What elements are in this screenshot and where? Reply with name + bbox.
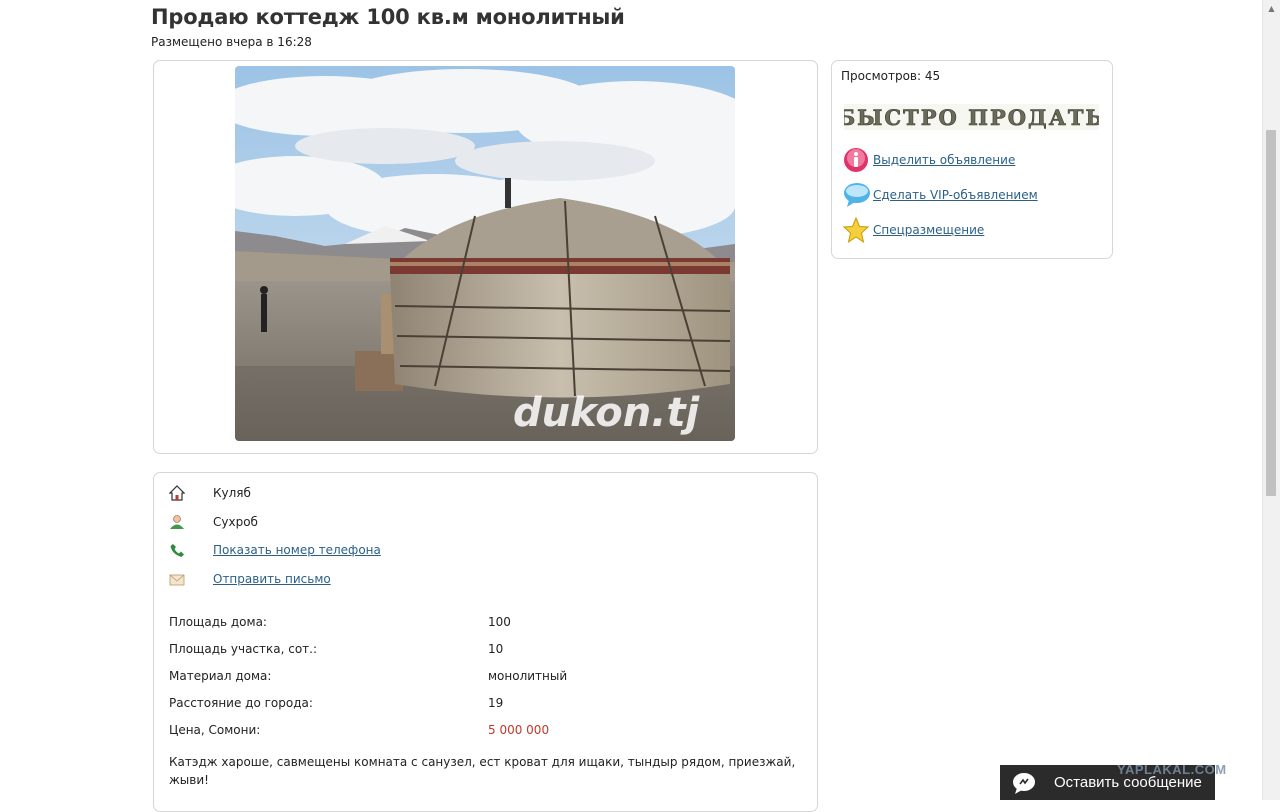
envelope-icon xyxy=(169,569,213,589)
property-value: монолитный xyxy=(488,669,568,683)
price-value: 5 000 000 xyxy=(488,723,550,737)
property-label: Материал дома: xyxy=(169,669,272,683)
highlight-listing-row[interactable]: Выделить объявление xyxy=(843,147,1015,173)
promo-panel: Просмотров: 45 БЫСТРО ПРОДАТЬ Выделить о… xyxy=(831,60,1113,259)
property-row: Площадь дома: 100 xyxy=(169,615,789,633)
scroll-thumb[interactable] xyxy=(1266,130,1276,496)
property-row: Материал дома: монолитный xyxy=(169,669,789,687)
seller-row: Сухроб xyxy=(169,512,258,532)
photo-watermark: dukon.tj xyxy=(513,390,701,436)
listing-description: Катэдж хароше, савмещены комната с сануз… xyxy=(169,755,796,787)
speech-bubble-icon xyxy=(843,180,873,210)
quick-sell-text: БЫСТРО ПРОДАТЬ xyxy=(844,105,1099,130)
seller-name: Сухроб xyxy=(213,515,258,529)
chat-bubble-icon xyxy=(1013,772,1035,794)
site-watermark: YAPLAKAL.COM xyxy=(1117,762,1227,777)
photo-panel: dukon.tj xyxy=(153,60,818,454)
home-icon xyxy=(169,483,213,503)
user-icon xyxy=(169,512,213,532)
send-mail-link[interactable]: Отправить письмо xyxy=(213,572,331,586)
star-icon xyxy=(843,215,873,245)
property-label: Площадь дома: xyxy=(169,615,267,629)
show-phone-link[interactable]: Показать номер телефона xyxy=(213,543,381,557)
phone-icon xyxy=(169,540,213,560)
property-value: 10 xyxy=(488,642,504,656)
listing-photo[interactable]: dukon.tj xyxy=(235,66,735,441)
property-row: Площадь участка, сот.: 10 xyxy=(169,642,789,660)
city-value: Куляб xyxy=(213,486,251,500)
posted-time: Размещено вчера в 16:28 xyxy=(151,35,312,49)
listing-title: Продаю коттедж 100 кв.м монолитный xyxy=(151,5,625,29)
views-count: Просмотров: 45 xyxy=(841,69,941,83)
city-row: Куляб xyxy=(169,483,251,503)
quick-sell-banner[interactable]: БЫСТРО ПРОДАТЬ xyxy=(844,104,1099,130)
property-value: 19 xyxy=(488,696,504,710)
vertical-scrollbar[interactable]: ▲ xyxy=(1262,0,1280,800)
make-vip-link[interactable]: Сделать VIP-объявлением xyxy=(873,188,1038,202)
special-placement-link[interactable]: Спецразмещение xyxy=(873,223,984,237)
scroll-up-arrow-icon[interactable]: ▲ xyxy=(1263,0,1280,17)
property-label: Площадь участка, сот.: xyxy=(169,642,318,656)
special-placement-row[interactable]: Спецразмещение xyxy=(843,217,984,243)
highlight-listing-link[interactable]: Выделить объявление xyxy=(873,153,1015,167)
price-label: Цена, Сомони: xyxy=(169,723,261,737)
property-label: Расстояние до города: xyxy=(169,696,313,710)
details-panel: Куляб Сухроб Показать номер телефона Отп… xyxy=(153,472,818,812)
mail-row[interactable]: Отправить письмо xyxy=(169,569,331,589)
property-row: Расстояние до города: 19 xyxy=(169,696,789,714)
make-vip-row[interactable]: Сделать VIP-объявлением xyxy=(843,182,1038,208)
phone-row[interactable]: Показать номер телефона xyxy=(169,540,381,560)
property-value: 100 xyxy=(488,615,511,629)
info-icon xyxy=(843,145,873,175)
price-row: Цена, Сомони: 5 000 000 xyxy=(169,723,789,741)
